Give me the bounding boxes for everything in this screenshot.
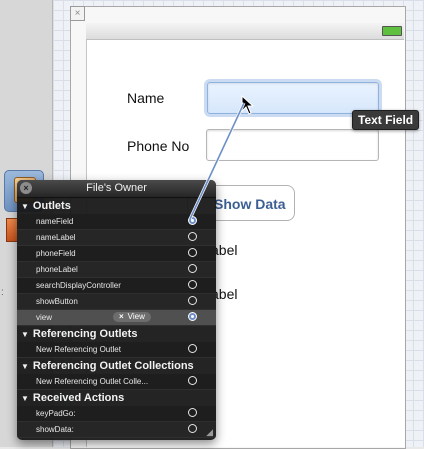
section-received-actions[interactable]: ▼ Received Actions (17, 391, 216, 406)
disclosure-triangle-icon[interactable]: ▼ (21, 202, 29, 211)
referencing-outlet-collection-row[interactable]: New Referencing Outlet Colle... (17, 374, 216, 390)
connection-circle-icon[interactable] (188, 264, 197, 273)
files-owner-connections-panel[interactable]: × File's Owner ▼ Outlets nameField nameLa… (17, 180, 216, 440)
outlet-row-namefield[interactable]: nameField (17, 214, 216, 230)
disclosure-triangle-icon[interactable]: ▼ (21, 362, 29, 371)
resize-grip-icon[interactable]: ◢ (206, 427, 213, 438)
outlet-row-showbutton[interactable]: showButton (17, 294, 216, 310)
name-label: Name (127, 90, 165, 106)
pointer-cursor-icon (241, 95, 255, 115)
connection-circle-icon[interactable] (188, 216, 197, 225)
connection-circle-icon[interactable] (188, 376, 197, 385)
section-referencing-outlets[interactable]: ▼ Referencing Outlets (17, 327, 216, 342)
outlet-row-searchdisplaycontroller[interactable]: searchDisplayController (17, 278, 216, 294)
panel-title-bar: × File's Owner (17, 180, 216, 198)
phone-text-field[interactable] (206, 129, 379, 161)
referencing-outlet-row[interactable]: New Referencing Outlet (17, 342, 216, 358)
panel-title: File's Owner (86, 182, 147, 194)
connection-circle-icon[interactable] (188, 296, 197, 305)
disclosure-triangle-icon[interactable]: ▼ (21, 394, 29, 403)
close-circle-icon[interactable]: × (20, 182, 32, 194)
connection-circle-icon[interactable] (188, 280, 197, 289)
close-icon[interactable]: × (70, 6, 85, 21)
phone-label: Phone No (127, 138, 190, 154)
text-field-tooltip: Text Field (352, 110, 420, 130)
disclosure-triangle-icon[interactable]: ▼ (21, 330, 29, 339)
battery-icon (382, 26, 402, 36)
outlet-row-phonelabel[interactable]: phoneLabel (17, 262, 216, 278)
connection-pill[interactable]: × View (113, 312, 151, 322)
outlet-row-phonefield[interactable]: phoneField (17, 246, 216, 262)
action-row-keypadgo[interactable]: keyPadGo: (17, 406, 216, 422)
connection-circle-icon[interactable] (188, 344, 197, 353)
x-icon[interactable]: × (119, 312, 124, 321)
connection-circle-icon[interactable] (188, 248, 197, 257)
connection-circle-icon[interactable] (188, 408, 197, 417)
action-row-showdata[interactable]: showData: (17, 422, 216, 438)
outlet-row-view[interactable]: view × View (17, 310, 216, 326)
connection-circle-icon[interactable] (188, 424, 197, 433)
section-outlets[interactable]: ▼ Outlets (17, 199, 216, 214)
connection-circle-icon[interactable] (188, 312, 197, 321)
section-referencing-outlet-collections[interactable]: ▼ Referencing Outlet Collections (17, 359, 216, 374)
connection-circle-icon[interactable] (188, 232, 197, 241)
outlet-row-namelabel[interactable]: nameLabel (17, 230, 216, 246)
outline-marker: : (1, 287, 4, 298)
status-bar (86, 23, 404, 40)
